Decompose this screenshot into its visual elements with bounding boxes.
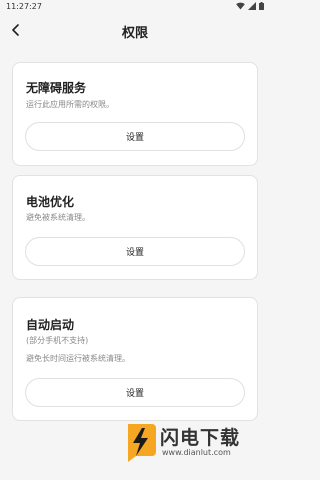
lightning-logo-icon: [128, 424, 156, 462]
page-title: 权限: [121, 26, 148, 41]
status-bar: 11:27:27: [0, 0, 270, 14]
watermark-text: 闪电下载: [160, 427, 241, 449]
auto-start-settings-button[interactable]: 设置: [25, 378, 245, 407]
card-description: 避免长时间运行被系统清理。: [26, 354, 130, 363]
status-time: 11:27:27: [6, 2, 42, 11]
card-description: 运行此应用所需的权限。: [26, 100, 114, 109]
auto-start-card: 自动启动 (部分手机不支持) 避免长时间运行被系统清理。 设置: [12, 297, 258, 421]
watermark-url: www.dianlut.com: [162, 448, 231, 457]
battery-settings-button[interactable]: 设置: [25, 237, 245, 266]
card-description: 避免被系统清理。: [26, 213, 90, 222]
accessibility-settings-button[interactable]: 设置: [25, 122, 245, 151]
signal-icon: [248, 2, 256, 10]
card-title: 自动启动: [26, 318, 75, 332]
card-title: 无障碍服务: [26, 81, 87, 95]
wifi-icon: [236, 2, 245, 10]
battery-icon: [259, 2, 264, 10]
card-note: (部分手机不支持): [26, 336, 89, 345]
card-title: 电池优化: [26, 195, 75, 209]
accessibility-card: 无障碍服务 运行此应用所需的权限。 设置: [12, 62, 258, 166]
watermark: 闪电下载 www.dianlut.com: [122, 420, 262, 466]
battery-optimization-card: 电池优化 避免被系统清理。 设置: [12, 175, 258, 280]
header: 权限: [0, 14, 270, 46]
status-icons: [236, 2, 264, 10]
